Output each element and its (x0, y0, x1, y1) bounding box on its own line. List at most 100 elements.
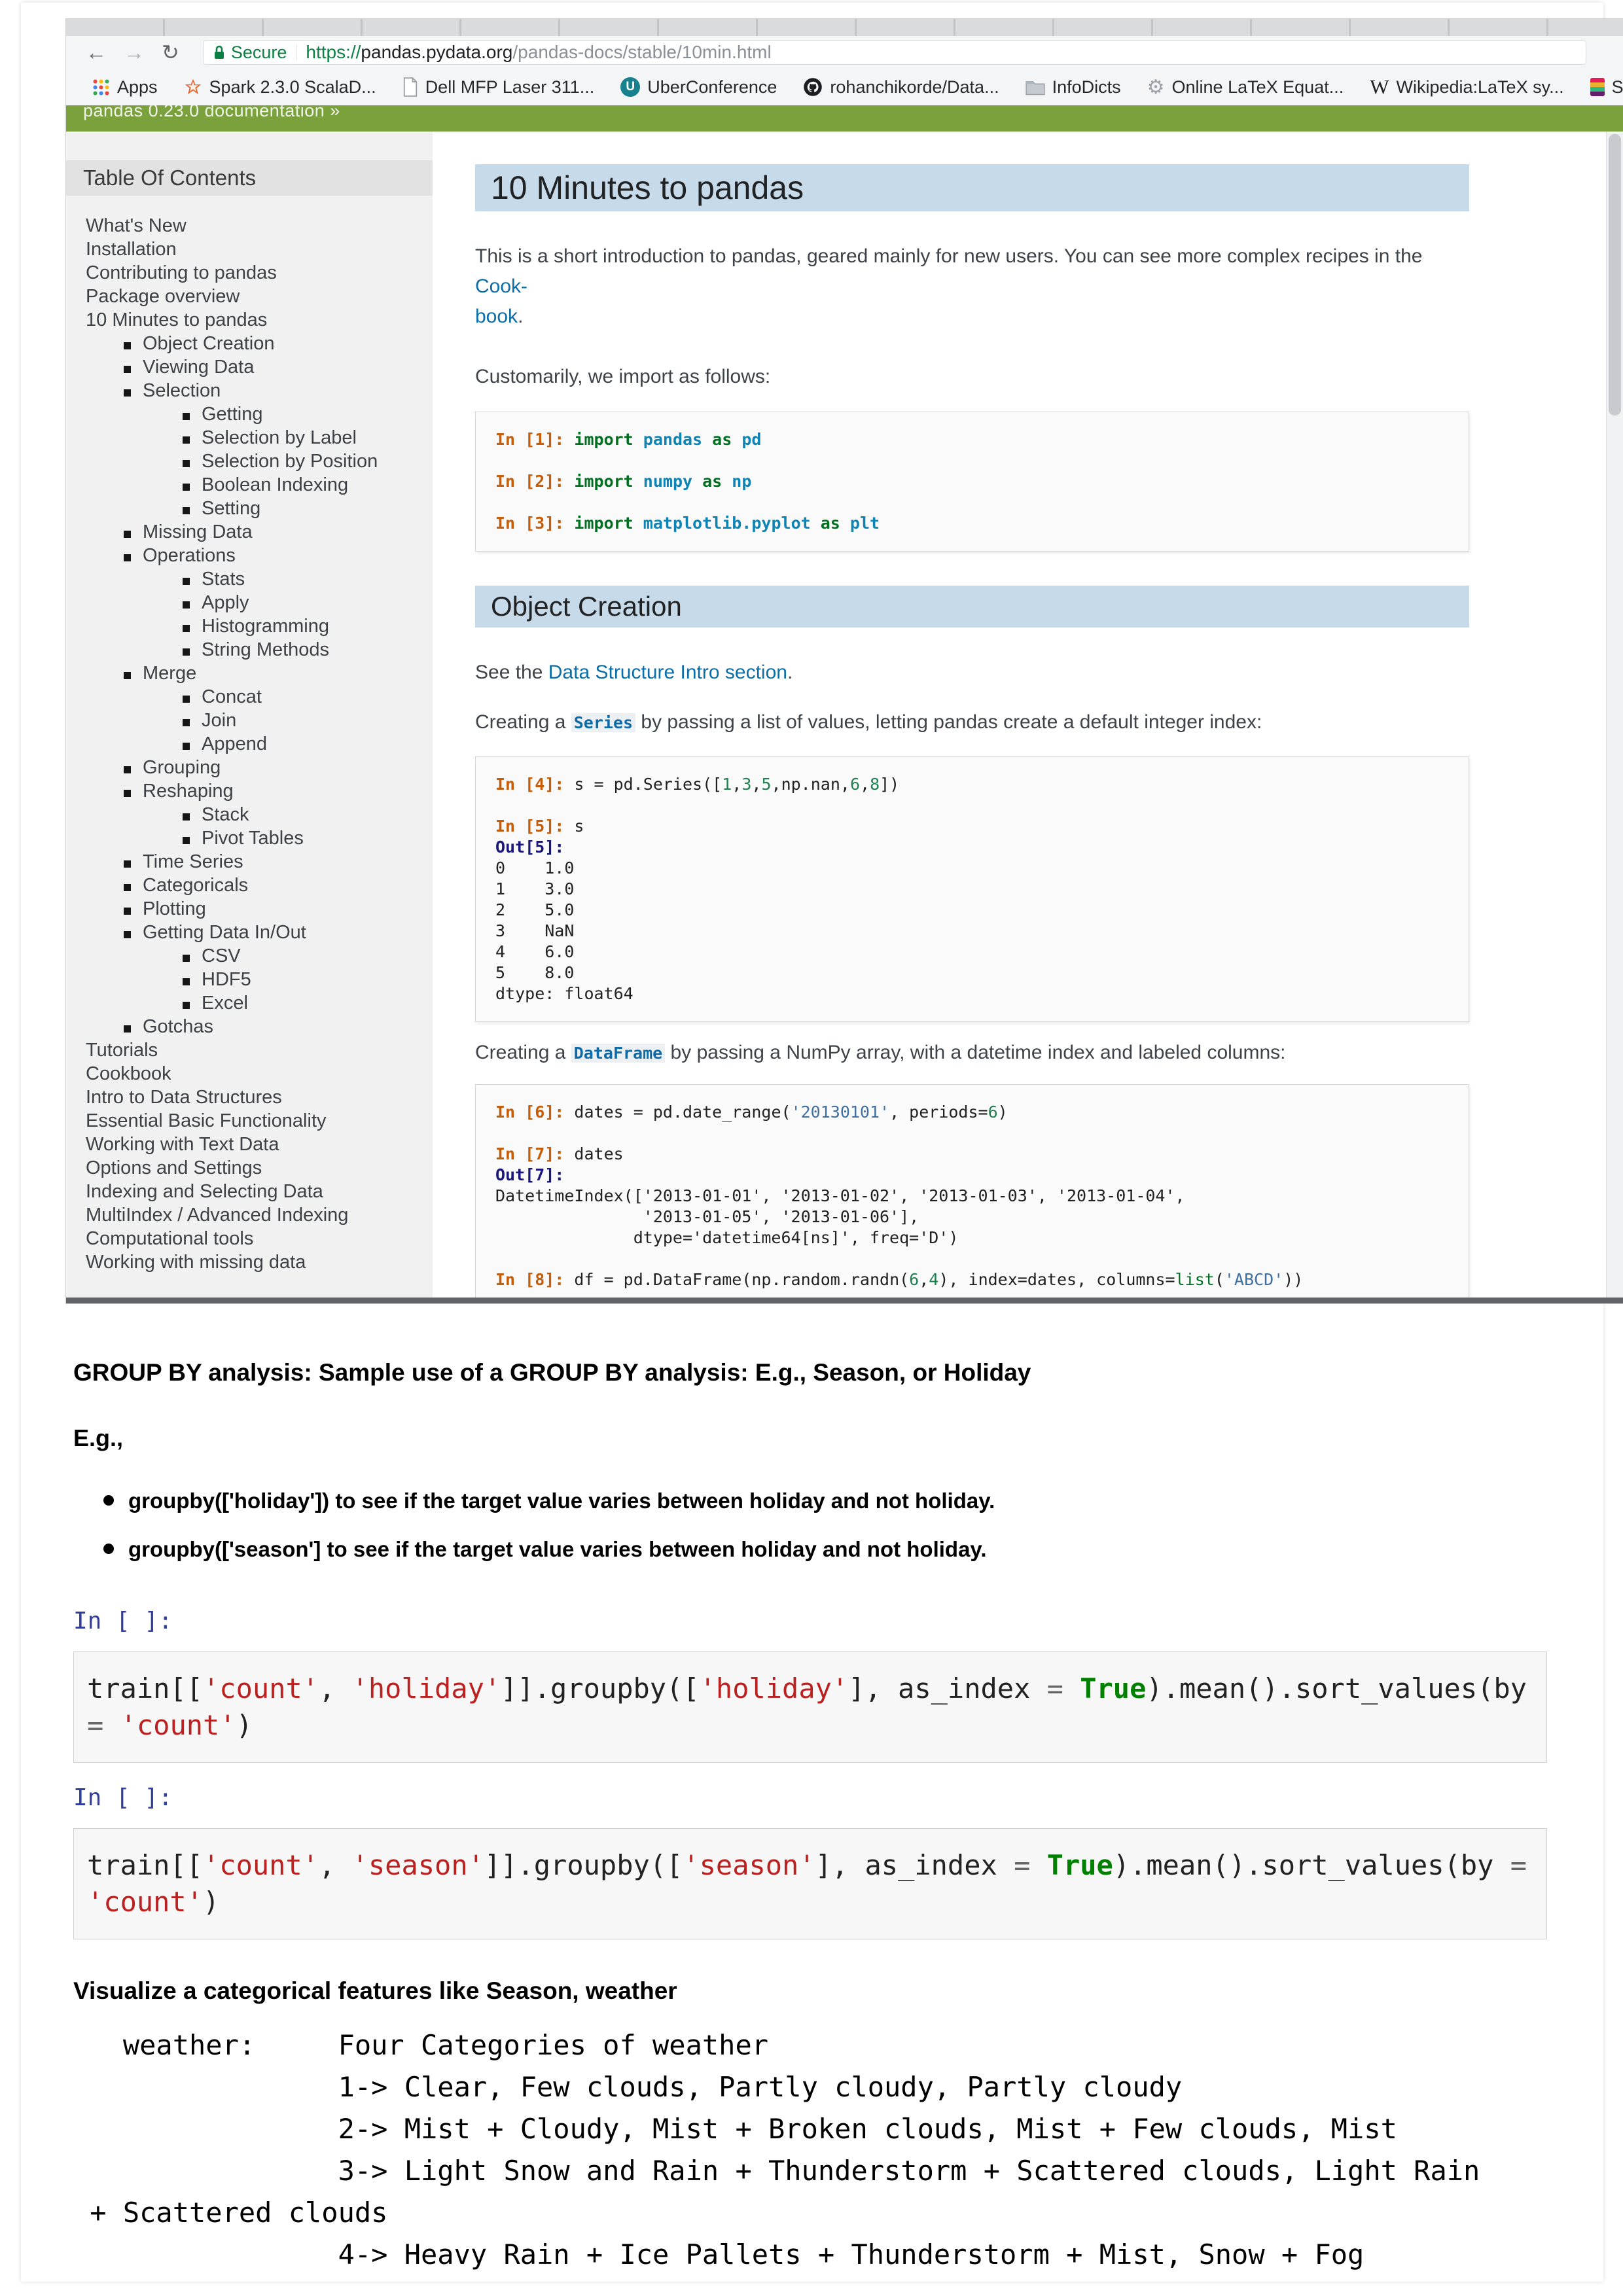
toc-link[interactable]: Object Creation (124, 333, 275, 354)
code-block-dataframe: In [6]: dates = pd.date_range('20130101'… (475, 1084, 1469, 1298)
code-cell-season[interactable]: train[['count', 'season']].groupby(['sea… (73, 1828, 1547, 1939)
dataframe-paragraph: Creating a DataFrame by passing a NumPy … (475, 1038, 1469, 1069)
groupby-heading: GROUP BY analysis: Sample use of a GROUP… (73, 1358, 1547, 1388)
toc-sidebar: Table Of Contents What's New Installatio… (66, 132, 433, 1298)
toc-link[interactable]: Categoricals (124, 875, 248, 896)
toc-link[interactable]: Cookbook (86, 1063, 171, 1084)
bookmark-spark-scaladoc[interactable]: Spark 2.3.0 ScalaD... (184, 77, 376, 97)
site-header-text[interactable]: pandas 0.23.0 documentation » (66, 105, 1623, 121)
toc-link[interactable]: What's New (86, 215, 187, 236)
cookbook-link-wrap[interactable]: book (475, 306, 518, 327)
toc-link[interactable]: Apply (183, 592, 249, 613)
toc-link[interactable]: Stats (183, 569, 245, 590)
toc-link[interactable]: Working with missing data (86, 1252, 306, 1273)
scrollbar-thumb[interactable] (1609, 134, 1621, 415)
back-button[interactable]: ← (86, 36, 107, 69)
toc-item: Options and Settings (66, 1156, 433, 1180)
toc-link[interactable]: Getting (183, 404, 263, 425)
toc-link[interactable]: Working with Text Data (86, 1134, 279, 1155)
toc-link[interactable]: Plotting (124, 898, 206, 919)
code-cell-holiday[interactable]: train[['count', 'holiday']].groupby(['ho… (73, 1651, 1547, 1763)
toc-item: Selection (66, 379, 433, 402)
cookbook-link[interactable]: Cook- (475, 275, 527, 297)
toc-item: MultiIndex / Advanced Indexing (66, 1203, 433, 1227)
toc-item: Append (66, 732, 433, 756)
screenshot-bottom-edge (66, 1298, 1623, 1303)
toc-link[interactable]: Grouping (124, 757, 221, 778)
toc-link[interactable]: Options and Settings (86, 1157, 262, 1178)
df-text1: Creating a (475, 1042, 571, 1063)
empty-prompt-2: In [ ]: (73, 1782, 1547, 1814)
toc-link[interactable]: Viewing Data (124, 357, 254, 378)
bookmark-clipped[interactable]: Sp (1590, 77, 1623, 97)
toc-item: Grouping (66, 756, 433, 779)
tab-strip[interactable] (66, 19, 1623, 36)
series-text1: Creating a (475, 711, 571, 733)
bookmark-apps[interactable]: Apps (92, 77, 158, 97)
see-period: . (787, 662, 793, 683)
toc-link[interactable]: Indexing and Selecting Data (86, 1181, 323, 1202)
bookmark-uberconference[interactable]: U UberConference (620, 77, 777, 97)
toc-link[interactable]: Stack (183, 804, 249, 825)
toc-link[interactable]: Pivot Tables (183, 828, 304, 849)
toc-item: Computational tools (66, 1227, 433, 1250)
forward-button[interactable]: → (124, 36, 145, 69)
toc-link[interactable]: String Methods (183, 639, 329, 660)
toc-link[interactable]: Histogramming (183, 616, 329, 637)
toc-item: Histogramming (66, 614, 433, 638)
toc-link[interactable]: Selection (124, 380, 221, 401)
toc-link[interactable]: Intro to Data Structures (86, 1087, 282, 1108)
groupby-bullet-item: groupby(['season'] to see if the target … (73, 1534, 1547, 1564)
toc-item: HDF5 (66, 968, 433, 991)
toc-link[interactable]: Append (183, 733, 267, 754)
toc-link[interactable]: Excel (183, 993, 248, 1014)
toc-link[interactable]: Boolean Indexing (183, 474, 348, 495)
toc-item: CSV (66, 944, 433, 968)
browser-scrollbar[interactable] (1606, 132, 1623, 1298)
toc-link[interactable]: Setting (183, 498, 260, 519)
toc-link[interactable]: Tutorials (86, 1040, 158, 1061)
apps-grid-icon (92, 79, 110, 96)
bookmark-label: rohanchikorde/Data... (830, 77, 999, 97)
toc-link[interactable]: MultiIndex / Advanced Indexing (86, 1205, 348, 1226)
bookmark-wikipedia-latex[interactable]: W Wikipedia:LaTeX sy... (1370, 75, 1563, 99)
section-object-creation: Object Creation (475, 586, 1469, 627)
bookmark-dell-mfp[interactable]: Dell MFP Laser 311... (402, 77, 595, 97)
toc-link[interactable]: Gotchas (124, 1016, 213, 1037)
bookmark-label: Spark 2.3.0 ScalaD... (209, 77, 376, 97)
url-host: pandas.pydata.org (361, 42, 512, 62)
toc-link[interactable]: Package overview (86, 286, 240, 307)
toc-link[interactable]: Selection by Label (183, 427, 357, 448)
bookmark-infodicts[interactable]: InfoDicts (1026, 77, 1121, 97)
toc-item: Merge (66, 662, 433, 685)
toc-link[interactable]: Essential Basic Functionality (86, 1110, 327, 1131)
data-structure-intro-link[interactable]: Data Structure Intro section (548, 662, 787, 683)
toc-link[interactable]: Selection by Position (183, 451, 378, 472)
toc-link[interactable]: Operations (124, 545, 236, 566)
toc-title: Table Of Contents (66, 160, 433, 196)
toc-link[interactable]: Getting Data In/Out (124, 922, 306, 943)
secure-label: Secure (231, 43, 287, 63)
colorful-stripes-icon (1590, 78, 1605, 96)
toc-link[interactable]: Reshaping (124, 781, 234, 802)
toc-link[interactable]: Join (183, 710, 236, 731)
toc-link[interactable]: Concat (183, 686, 262, 707)
toc-link[interactable]: Merge (124, 663, 196, 684)
toc-link[interactable]: Computational tools (86, 1228, 253, 1249)
toc-item: Categoricals (66, 874, 433, 897)
toc-link[interactable]: CSV (183, 945, 241, 966)
toc-link[interactable]: 10 Minutes to pandas (86, 309, 267, 330)
toc-link[interactable]: HDF5 (183, 969, 251, 990)
toc-link[interactable]: Time Series (124, 851, 243, 872)
toc-link[interactable]: Missing Data (124, 521, 253, 542)
groupby-bullets: groupby(['holiday']) to see if the targe… (73, 1486, 1547, 1564)
toc-item: Cookbook (66, 1062, 433, 1086)
padlock-icon (213, 44, 226, 62)
bookmark-latex-equation[interactable]: ⚙ Online LaTeX Equat... (1147, 76, 1344, 99)
github-icon (803, 77, 823, 97)
bookmark-github[interactable]: rohanchikorde/Data... (803, 77, 999, 97)
address-bar[interactable]: Secure https://pandas.pydata.org/pandas-… (203, 40, 1586, 65)
toc-link[interactable]: Contributing to pandas (86, 262, 277, 283)
reload-button[interactable]: ↻ (162, 36, 179, 69)
toc-link[interactable]: Installation (86, 239, 177, 260)
